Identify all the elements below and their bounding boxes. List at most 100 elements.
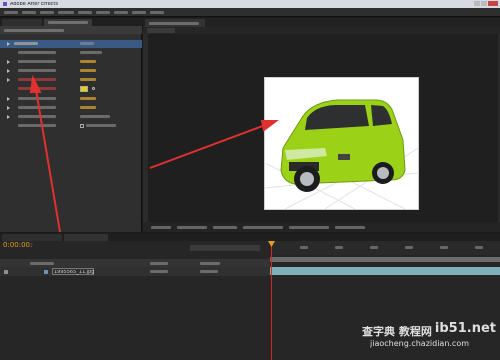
current-time-display[interactable]: 0:00:00:00	[3, 242, 33, 249]
menu-item-6[interactable]	[96, 11, 110, 14]
ruler-tick-label	[405, 246, 413, 249]
layer-duration-bar[interactable]	[270, 267, 500, 275]
title-bar: Adobe After Effects	[0, 0, 500, 8]
effect-param-row[interactable]	[0, 104, 142, 112]
layer-name-box[interactable]: 1995565_11.jpg	[52, 268, 94, 275]
effect-param-row[interactable]	[0, 49, 142, 57]
menu-item-4[interactable]	[58, 11, 74, 14]
effect-param-row[interactable]	[0, 58, 142, 66]
view-options[interactable]	[243, 226, 283, 229]
maximize-button[interactable]	[481, 1, 487, 6]
viewer-tabs	[143, 18, 500, 27]
layer-path	[4, 29, 64, 32]
expand-icon[interactable]	[7, 60, 10, 64]
window-title: Adobe After Effects	[10, 2, 58, 7]
ruler-tick-label	[300, 246, 308, 249]
view-layout-menu[interactable]	[335, 226, 365, 229]
param-label	[18, 115, 56, 118]
watermark-cn: 查字典 教程网	[362, 326, 432, 337]
close-button[interactable]	[488, 1, 498, 6]
param-label	[18, 69, 56, 72]
param-dropdown[interactable]	[80, 51, 102, 54]
expand-icon[interactable]	[7, 78, 10, 82]
comp-name-tab[interactable]	[147, 28, 175, 33]
zoom-menu[interactable]	[151, 226, 171, 229]
menu-bar	[0, 8, 500, 17]
timecode-display[interactable]	[177, 226, 207, 229]
param-label	[18, 124, 56, 127]
work-area-bar[interactable]	[270, 257, 500, 262]
timeline-switches[interactable]	[190, 245, 260, 251]
comp-breadcrumb	[143, 27, 500, 34]
effect-param-row[interactable]	[0, 67, 142, 75]
param-value[interactable]	[80, 106, 96, 109]
watermark-url: jiaocheng.chazidian.com	[370, 340, 470, 348]
expand-icon[interactable]	[7, 97, 10, 101]
expand-icon[interactable]	[7, 106, 10, 110]
tab-effect-controls[interactable]	[44, 19, 92, 26]
ruler-tick-label	[335, 246, 343, 249]
effect-param-row[interactable]	[0, 76, 142, 84]
effect-param-row[interactable]	[0, 113, 142, 121]
layer-column-headers	[0, 259, 270, 267]
eyedropper-icon[interactable]	[92, 87, 95, 90]
checkbox[interactable]	[80, 124, 84, 128]
effect-param-row[interactable]	[0, 85, 142, 93]
resolution-menu[interactable]	[213, 226, 237, 229]
menu-item-7[interactable]	[114, 11, 128, 14]
param-value[interactable]	[80, 69, 96, 72]
timeline-tabs	[0, 233, 500, 241]
param-label-highlighted	[18, 87, 56, 90]
tab-composition[interactable]	[145, 19, 205, 27]
col-mode	[150, 262, 168, 265]
car-image	[264, 78, 419, 210]
param-value[interactable]	[80, 97, 96, 100]
reset-link[interactable]	[80, 42, 94, 45]
footage-icon	[44, 270, 48, 274]
tab-timeline[interactable]	[64, 234, 108, 241]
effect-name-label	[14, 42, 38, 45]
effect-name-row[interactable]	[0, 40, 142, 48]
tab-project[interactable]	[2, 19, 42, 26]
param-label	[18, 51, 56, 54]
param-dropdown[interactable]	[80, 115, 110, 118]
watermark-site: ib51.net	[434, 322, 496, 335]
ruler-tick-label	[370, 246, 378, 249]
menu-item-3[interactable]	[40, 11, 54, 14]
expand-icon[interactable]	[7, 42, 10, 46]
col-source-name	[30, 262, 54, 265]
blend-mode-menu[interactable]	[150, 270, 168, 273]
eye-icon[interactable]	[4, 270, 8, 274]
effect-controls-panel	[0, 18, 142, 232]
menu-item-1[interactable]	[4, 11, 18, 14]
layer-row[interactable]: 1995565_11.jpg	[0, 267, 270, 276]
parent-menu[interactable]	[200, 270, 218, 273]
menu-item-9[interactable]	[150, 11, 164, 14]
expand-icon[interactable]	[7, 69, 10, 73]
tab-composition-label	[149, 22, 199, 25]
camera-menu[interactable]	[289, 226, 329, 229]
menu-item-5[interactable]	[78, 11, 92, 14]
layer-name: 1995565_11.jpg	[54, 270, 95, 275]
tab-render-queue[interactable]	[2, 234, 62, 241]
menu-item-2[interactable]	[22, 11, 36, 14]
app-icon	[3, 2, 7, 6]
minimize-button[interactable]	[474, 1, 480, 6]
composition-viewer	[143, 18, 500, 232]
param-value[interactable]	[80, 60, 96, 63]
effect-param-row[interactable]	[0, 122, 142, 130]
param-value[interactable]	[80, 78, 96, 81]
param-label	[18, 97, 56, 100]
expand-icon[interactable]	[7, 115, 10, 119]
effect-param-row[interactable]	[0, 95, 142, 103]
layer-image[interactable]	[264, 77, 419, 210]
checkbox-label	[86, 124, 116, 127]
param-label	[18, 60, 56, 63]
ruler-tick-label	[475, 246, 483, 249]
color-swatch[interactable]	[80, 86, 88, 92]
comp-canvas[interactable]	[148, 34, 498, 230]
playhead-line[interactable]	[271, 241, 272, 360]
time-ruler[interactable]	[270, 241, 500, 255]
menu-item-8[interactable]	[132, 11, 146, 14]
param-label	[18, 106, 56, 109]
